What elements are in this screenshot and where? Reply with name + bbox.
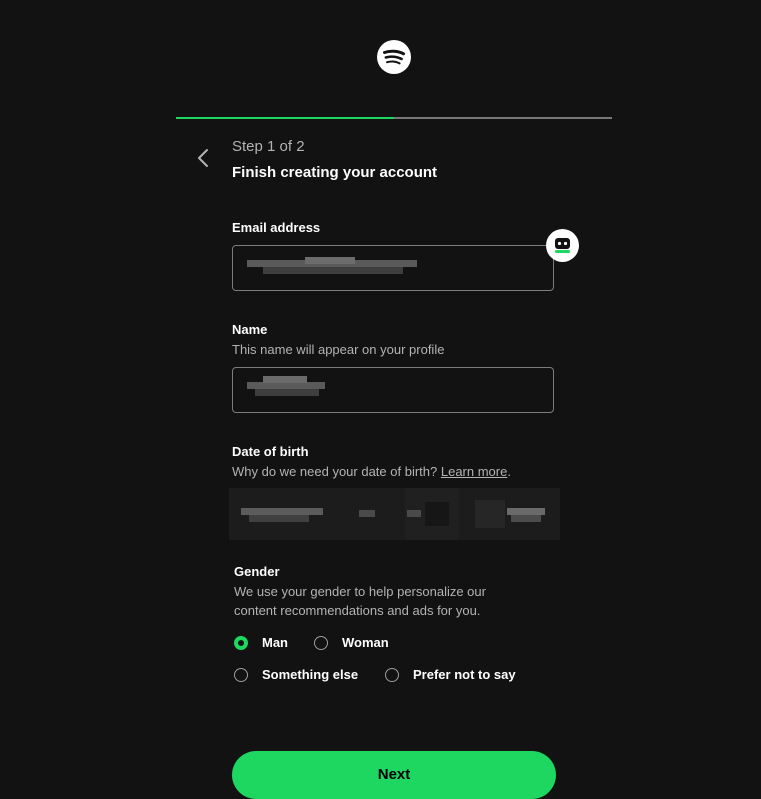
radio-unselected-icon[interactable] [314, 636, 328, 650]
radio-selected-icon[interactable] [234, 636, 248, 650]
chevron-left-icon [198, 149, 208, 167]
name-hint: This name will appear on your profile [232, 342, 445, 357]
gender-label: Gender [234, 564, 280, 579]
gender-hint-line1: We use your gender to help personalize o… [234, 584, 486, 599]
dob-inputs [229, 488, 560, 540]
email-label: Email address [232, 220, 321, 235]
radio-unselected-icon[interactable] [385, 668, 399, 682]
password-helper-button[interactable] [546, 229, 579, 262]
learn-more-link[interactable]: Learn more [441, 464, 507, 479]
email-field[interactable] [232, 245, 554, 291]
spotify-logo-icon [377, 40, 411, 74]
name-label: Name [232, 322, 268, 337]
dob-hint: Why do we need your date of birth? Learn… [232, 464, 511, 479]
radio-unselected-icon[interactable] [234, 668, 248, 682]
helper-robot-icon [555, 238, 570, 253]
dob-label: Date of birth [232, 444, 309, 459]
back-button[interactable] [192, 146, 216, 170]
name-field[interactable] [232, 367, 554, 413]
progress-bar-fill [176, 117, 394, 119]
dob-year-field[interactable] [459, 488, 560, 540]
step-indicator: Step 1 of 2 [232, 138, 305, 155]
page-title: Finish creating your account [232, 164, 438, 181]
progress-bar [176, 117, 612, 119]
dob-month-field[interactable] [405, 488, 459, 540]
dob-day-field[interactable] [229, 488, 405, 540]
gender-hint-line2: content recommendations and ads for you. [234, 603, 481, 618]
next-button[interactable]: Next [232, 751, 556, 799]
